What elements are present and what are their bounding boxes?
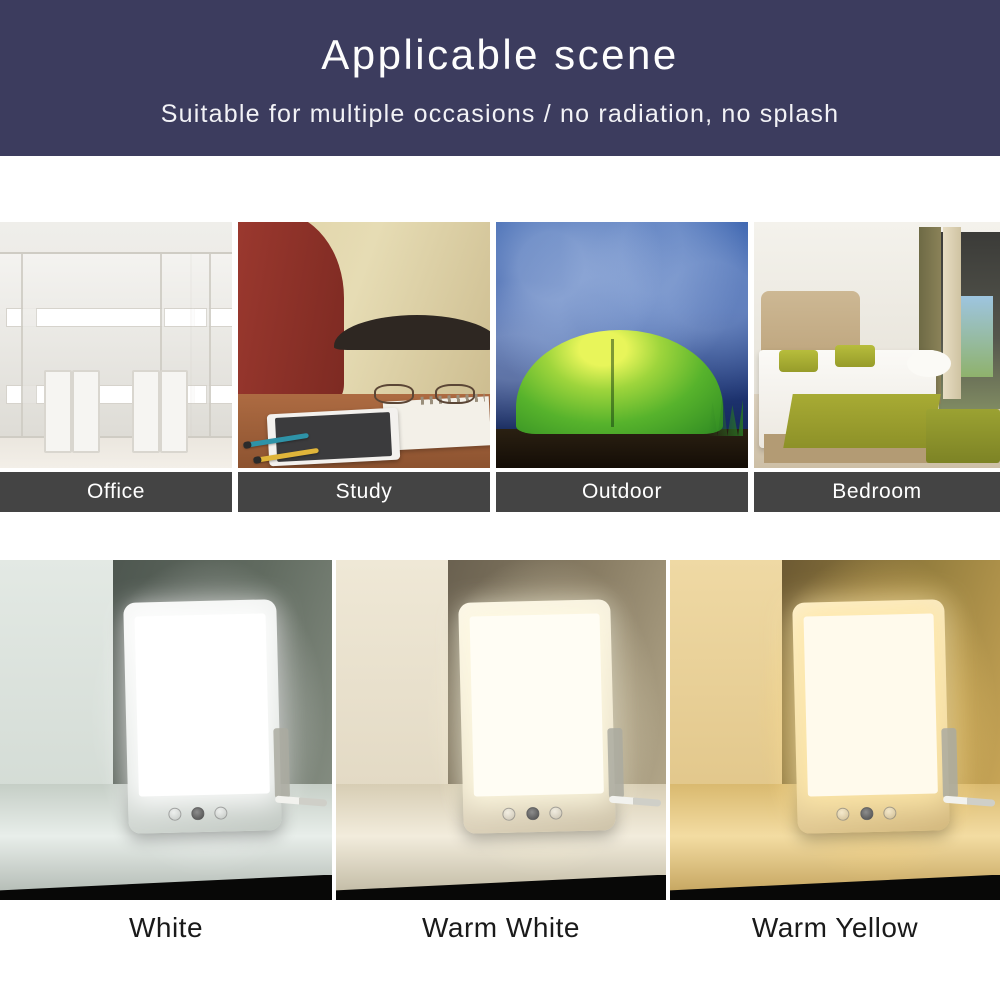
power-button-icon[interactable] bbox=[503, 807, 517, 821]
page-subtitle: Suitable for multiple occasions / no rad… bbox=[160, 99, 840, 128]
room-scene bbox=[336, 560, 666, 900]
bedroom-illustration bbox=[754, 222, 1000, 468]
light-mode-label-white: White bbox=[128, 912, 204, 943]
study-illustration bbox=[238, 222, 490, 468]
room-scene bbox=[0, 560, 332, 900]
light-mode-label-warm-yellow: Warm Yellow bbox=[751, 912, 919, 943]
scene-tile-outdoor[interactable]: Outdoor bbox=[496, 222, 748, 512]
scene-tile-study[interactable]: Study bbox=[238, 222, 490, 512]
therapy-lamp bbox=[458, 598, 662, 834]
curtain-sheer bbox=[943, 226, 961, 400]
power-button-icon[interactable] bbox=[837, 807, 851, 821]
lamp-stand bbox=[607, 728, 625, 798]
brightness-button-icon[interactable] bbox=[191, 806, 205, 821]
color-mode-button-icon[interactable] bbox=[883, 806, 897, 820]
light-mode-labels: White Warm White Warm Yellow bbox=[0, 900, 1000, 1000]
light-mode-photo-white[interactable] bbox=[0, 560, 332, 900]
scene-caption-outdoor: Outdoor bbox=[496, 472, 748, 512]
scene-gallery: Office Study Outdoor Bedroom bbox=[0, 222, 1000, 512]
lamp-stand bbox=[941, 728, 959, 798]
scene-photo-office bbox=[0, 222, 232, 468]
office-illustration bbox=[0, 222, 232, 468]
folded-towels bbox=[906, 349, 951, 377]
lamp-control-bezel bbox=[463, 793, 616, 834]
scene-caption-office: Office bbox=[0, 472, 232, 512]
scene-caption-bedroom: Bedroom bbox=[754, 472, 1000, 512]
brightness-button-icon[interactable] bbox=[526, 806, 540, 821]
scene-tile-bedroom[interactable]: Bedroom bbox=[754, 222, 1000, 512]
outdoor-illustration bbox=[496, 222, 748, 468]
light-mode-photo-warm-yellow[interactable] bbox=[670, 560, 1000, 900]
lamp-control-bezel bbox=[797, 793, 950, 834]
page-title: Applicable scene bbox=[321, 30, 679, 78]
chair bbox=[71, 369, 100, 454]
color-mode-button-icon[interactable] bbox=[549, 806, 563, 820]
scene-tile-office[interactable]: Office bbox=[0, 222, 232, 512]
room-scene bbox=[670, 560, 1000, 900]
scene-caption-study: Study bbox=[238, 472, 490, 512]
product-feature-page: Applicable scene Suitable for multiple o… bbox=[0, 0, 1000, 1000]
accent-pillow bbox=[778, 349, 818, 373]
lamp-control-bezel bbox=[128, 793, 282, 834]
chair bbox=[132, 369, 161, 454]
eyeglasses bbox=[374, 384, 475, 405]
bed-runner bbox=[783, 394, 941, 449]
chair bbox=[44, 369, 72, 454]
therapy-lamp bbox=[792, 598, 996, 834]
therapy-lamp bbox=[123, 598, 327, 834]
lamp-light-panel bbox=[803, 613, 939, 797]
lamp-light-panel bbox=[469, 613, 605, 797]
color-mode-button-icon[interactable] bbox=[214, 806, 228, 820]
scene-photo-study bbox=[238, 222, 490, 468]
chair bbox=[160, 369, 188, 454]
page-header: Applicable scene Suitable for multiple o… bbox=[0, 0, 1000, 156]
light-mode-photo-warm-white[interactable] bbox=[336, 560, 666, 900]
bed-bench bbox=[926, 408, 1000, 464]
lamp-light-panel bbox=[134, 613, 271, 797]
scene-photo-outdoor bbox=[496, 222, 748, 468]
light-mode-gallery bbox=[0, 560, 1000, 900]
power-button-icon[interactable] bbox=[168, 807, 182, 821]
light-mode-label-warm-white: Warm White bbox=[422, 912, 580, 943]
accent-pillow bbox=[835, 345, 875, 368]
brightness-button-icon[interactable] bbox=[860, 806, 874, 821]
lamp-stand bbox=[273, 728, 291, 798]
red-office-chair bbox=[238, 222, 344, 400]
scene-photo-bedroom bbox=[754, 222, 1000, 468]
